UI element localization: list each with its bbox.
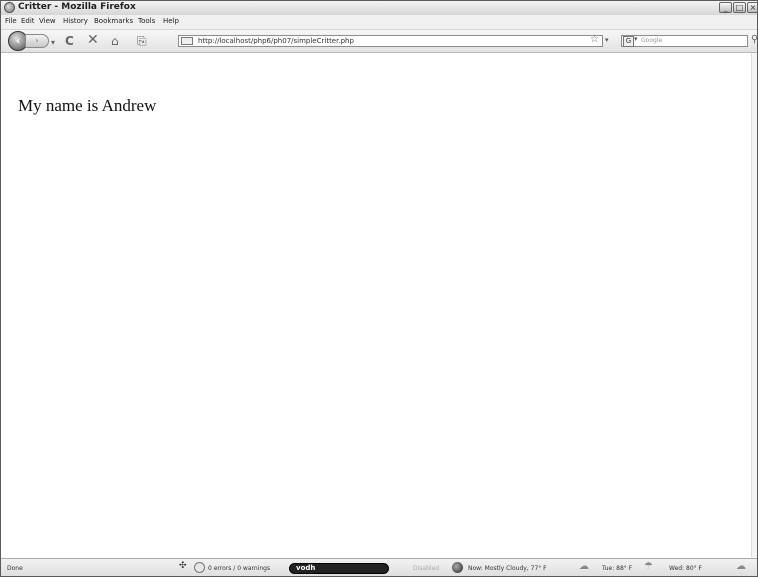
menu-tools[interactable]: Tools bbox=[138, 17, 155, 25]
menu-file[interactable]: File bbox=[5, 17, 17, 25]
forward-arrow-icon[interactable]: › bbox=[25, 34, 49, 48]
menu-history[interactable]: History bbox=[63, 17, 88, 25]
clock-icon[interactable] bbox=[194, 562, 205, 573]
site-identity-icon[interactable] bbox=[181, 37, 193, 45]
search-input[interactable]: Google bbox=[641, 36, 662, 46]
scrollbar[interactable] bbox=[751, 53, 757, 557]
close-button[interactable]: × bbox=[747, 2, 757, 13]
bookmark-page-icon[interactable]: ⎘ bbox=[137, 34, 147, 48]
plugin-icon[interactable]: ✣ bbox=[179, 562, 187, 571]
home-icon[interactable]: ⌂ bbox=[111, 34, 119, 48]
navigation-toolbar: ‹ › ▾ C ✕ ⌂ ⎘ http://localhost/php6/ph07… bbox=[1, 30, 757, 53]
error-count[interactable]: 0 errors / 0 warnings bbox=[208, 564, 270, 573]
menu-bookmarks[interactable]: Bookmarks bbox=[94, 17, 133, 25]
browser-window: Critter - Mozilla Firefox _ □ × File Edi… bbox=[0, 0, 758, 577]
google-engine-icon[interactable]: G bbox=[623, 36, 634, 47]
rain-icon: ☂ bbox=[644, 561, 653, 572]
vodh-label: vodh bbox=[296, 564, 316, 572]
star-icon[interactable]: ☆ bbox=[590, 34, 599, 46]
search-engine-dropdown-icon[interactable]: ▾ bbox=[634, 35, 638, 43]
weather-wed: Wed: 80° F bbox=[669, 565, 703, 572]
title-bar: Critter - Mozilla Firefox _ □ × bbox=[1, 1, 757, 16]
menu-view[interactable]: View bbox=[39, 17, 56, 25]
search-icon[interactable]: ⚲ bbox=[751, 34, 757, 45]
disabled-label: Disabled bbox=[413, 565, 440, 572]
page-content: My name is Andrew bbox=[1, 53, 757, 557]
url-bar[interactable]: http://localhost/php6/ph07/simpleCritter… bbox=[178, 34, 603, 47]
weather-tue: Tue: 88° F bbox=[602, 565, 633, 572]
minimize-button[interactable]: _ bbox=[719, 2, 732, 13]
menu-bar: File Edit View History Bookmarks Tools H… bbox=[1, 15, 757, 30]
cloud-icon-2: ☁ bbox=[736, 561, 746, 572]
status-bar: Done ✣ 0 errors / 0 warnings vodh Disabl… bbox=[1, 558, 757, 576]
url-dropdown-icon[interactable]: ▾ bbox=[605, 36, 609, 44]
url-text[interactable]: http://localhost/php6/ph07/simpleCritter… bbox=[198, 36, 354, 46]
history-dropdown-icon[interactable]: ▾ bbox=[51, 36, 55, 50]
stop-icon[interactable]: ✕ bbox=[87, 33, 99, 47]
search-bar[interactable]: G ▾ Google bbox=[621, 35, 748, 47]
window-title: Critter - Mozilla Firefox bbox=[18, 2, 136, 12]
firefox-icon bbox=[4, 2, 15, 13]
menu-help[interactable]: Help bbox=[163, 17, 179, 25]
vodh-toolbar[interactable]: vodh bbox=[289, 563, 389, 574]
maximize-button[interactable]: □ bbox=[733, 2, 746, 13]
cloud-icon: ☁ bbox=[579, 561, 589, 572]
page-text: My name is Andrew bbox=[18, 96, 157, 115]
status-text: Done bbox=[7, 565, 23, 572]
menu-edit[interactable]: Edit bbox=[21, 17, 35, 25]
weather-now: Now: Mostly Cloudy, 77° F bbox=[468, 565, 547, 572]
weather-globe-icon[interactable] bbox=[452, 562, 463, 573]
reload-icon[interactable]: C bbox=[65, 34, 74, 48]
